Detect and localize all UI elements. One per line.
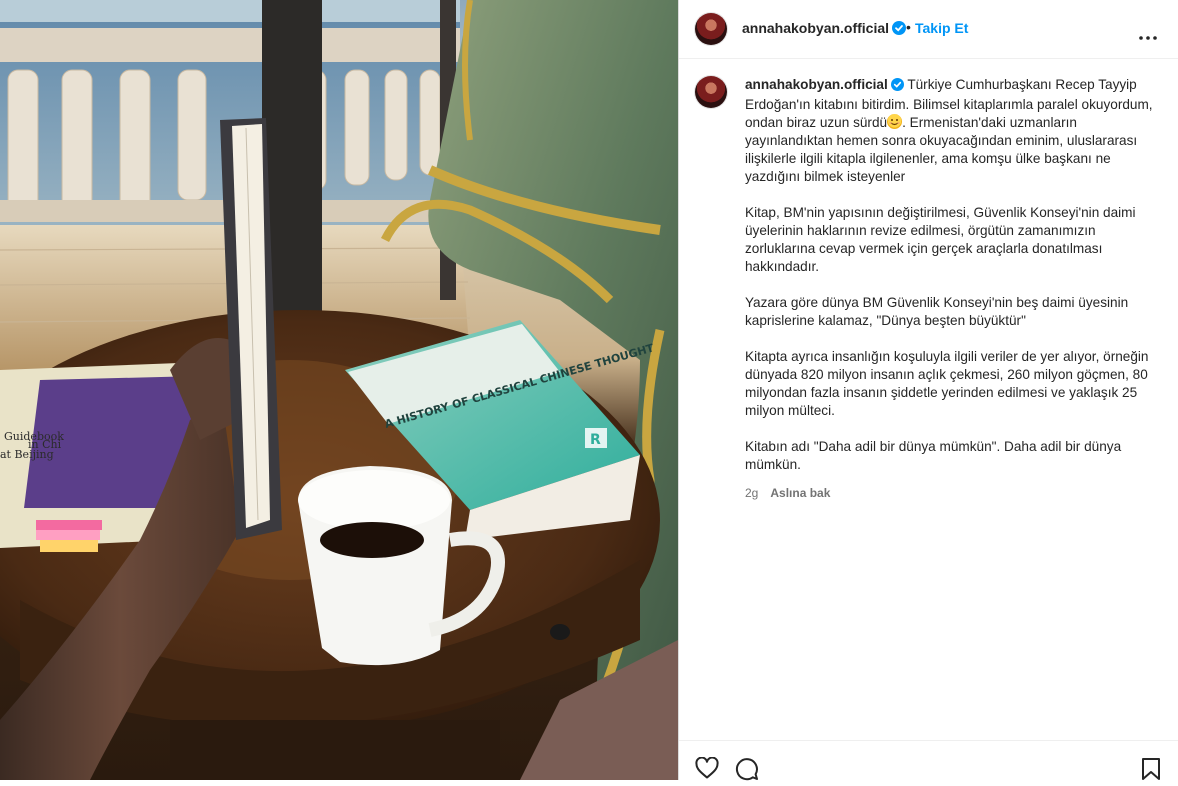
separator-dot: • <box>906 19 911 35</box>
post-photo[interactable]: Guidebook in Chi at Beijing A HISTORY OF… <box>0 0 678 780</box>
follow-button[interactable]: Takip Et <box>915 20 968 36</box>
photo-illustration: Guidebook in Chi at Beijing A HISTORY OF… <box>0 0 678 780</box>
caption-paragraph: Kitabın adı "Daha adil bir dünya mümkün"… <box>745 439 1122 472</box>
author-username[interactable]: annahakobyan.official <box>742 20 889 36</box>
bookmark-icon[interactable] <box>1141 757 1161 786</box>
comment-icon[interactable] <box>735 757 759 786</box>
guidebook-text-3: at Beijing <box>0 448 54 461</box>
more-options-icon[interactable] <box>1139 27 1157 45</box>
caption-username[interactable]: annahakobyan.official <box>745 77 888 92</box>
caption-meta: 2g Aslına bak <box>745 484 1157 502</box>
post-time-ago[interactable]: 2g <box>745 486 758 500</box>
post-header: annahakobyan.official • Takip Et <box>679 0 1178 59</box>
instagram-post-window: Guidebook in Chi at Beijing A HISTORY OF… <box>0 0 1178 781</box>
avatar[interactable] <box>695 13 727 45</box>
caption-paragraph: Kitap, BM'nin yapısının değiştirilmesi, … <box>745 205 1136 274</box>
caption-paragraph: Kitapta ayrıca insanlığın koşuluyla ilgi… <box>745 349 1149 418</box>
caption-text: annahakobyan.official Türkiye Cumhurbaşk… <box>745 76 1157 502</box>
book-publisher-mark: R <box>590 432 601 448</box>
post-details-panel: annahakobyan.official • Takip Et annahak… <box>678 0 1178 781</box>
author-username-row: annahakobyan.official <box>742 20 907 38</box>
post-actions-bar <box>679 740 1178 781</box>
caption-paragraph: Yazara göre dünya BM Güvenlik Konseyi'ni… <box>745 295 1129 328</box>
see-translation-link[interactable]: Aslına bak <box>770 486 830 500</box>
verified-badge-icon <box>892 21 907 38</box>
caption-avatar[interactable] <box>695 76 727 108</box>
verified-badge-icon <box>890 78 904 96</box>
caption-paragraph: annahakobyan.official Türkiye Cumhurbaşk… <box>745 76 1157 186</box>
smiling-face-emoji-icon <box>887 114 903 129</box>
